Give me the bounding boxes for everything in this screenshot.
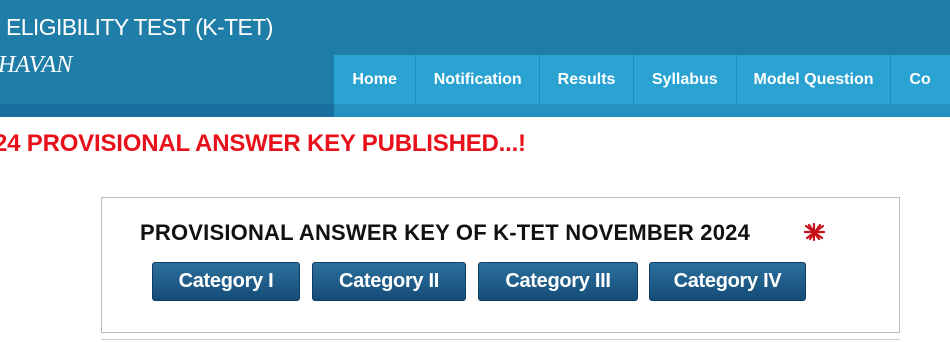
new-badge-icon [804,223,825,241]
next-panel-edge [101,339,900,340]
panel-title: PROVISIONAL ANSWER KEY OF K-TET NOVEMBER… [140,220,751,245]
site-subtitle: HAVAN [0,52,73,78]
nav-syllabus[interactable]: Syllabus [634,55,737,104]
category-3-button[interactable]: Category III [478,262,638,301]
category-4-button[interactable]: Category IV [649,262,806,301]
answer-key-panel: PROVISIONAL ANSWER KEY OF K-TET NOVEMBER… [101,197,900,333]
announcement-banner[interactable]: 24 PROVISIONAL ANSWER KEY PUBLISHED...! [0,130,526,158]
main-nav: Home Notification Results Syllabus Model… [334,55,950,104]
nav-notification[interactable]: Notification [416,55,541,104]
category-2-button[interactable]: Category II [312,262,466,301]
nav-contact[interactable]: Co [891,55,950,104]
nav-home[interactable]: Home [334,55,417,104]
nav-results[interactable]: Results [540,55,634,104]
category-1-button[interactable]: Category I [152,262,300,301]
site-title: ELIGIBILITY TEST (K-TET) [6,14,273,40]
header-band-dark [0,104,334,117]
site-header: ELIGIBILITY TEST (K-TET) HAVAN Home Noti… [0,0,950,117]
nav-model-question[interactable]: Model Question [737,55,892,104]
